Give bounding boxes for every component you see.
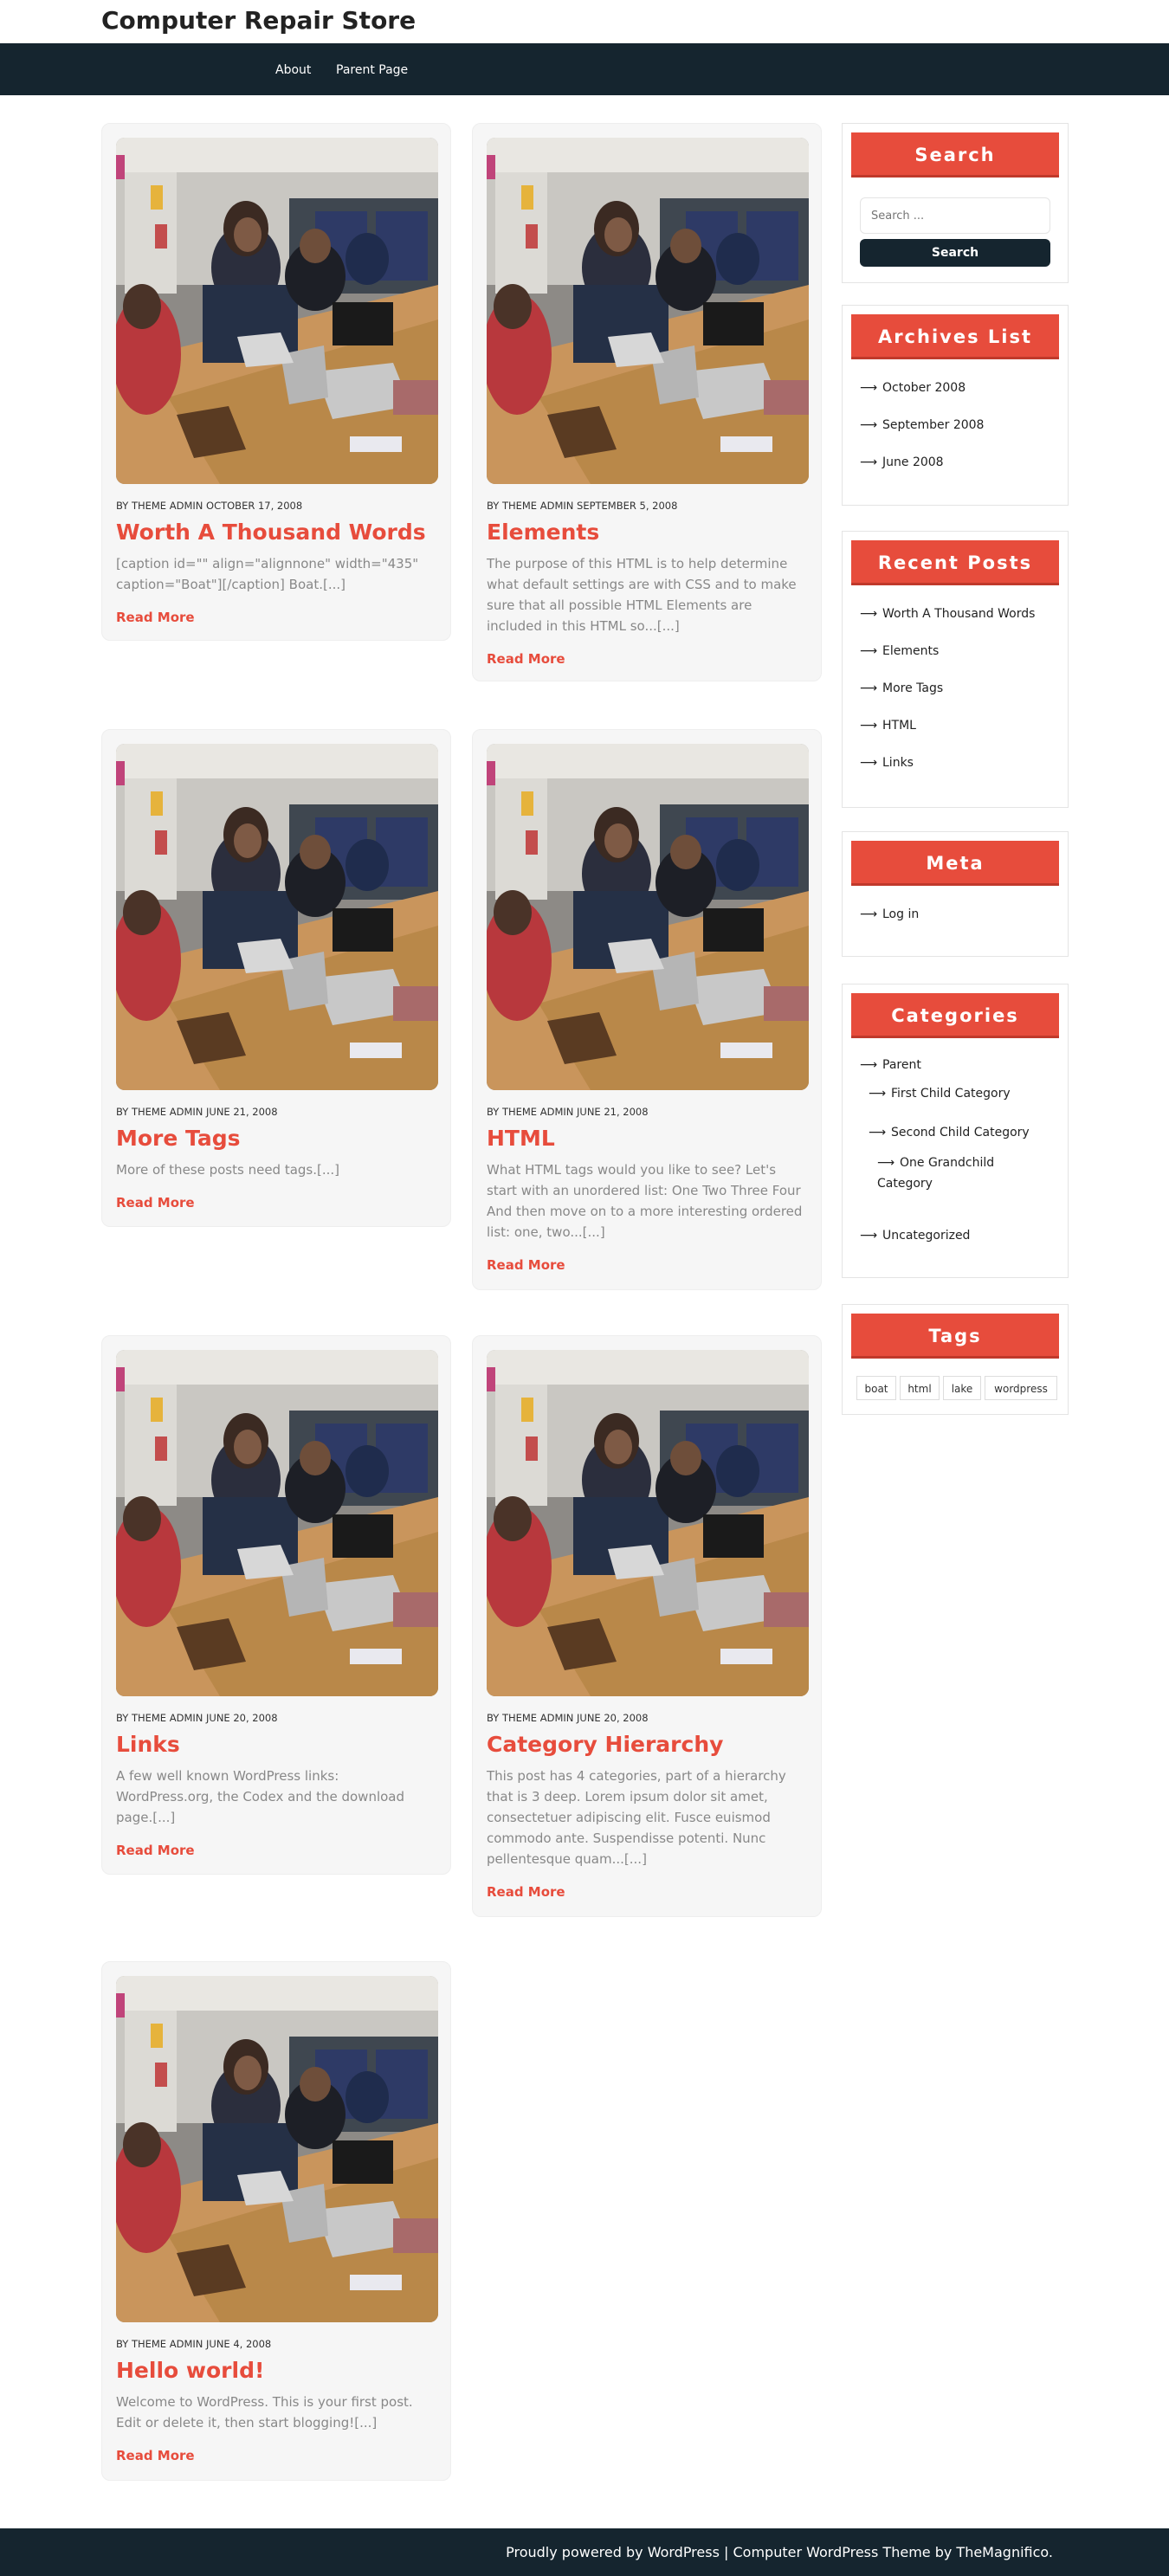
post-title[interactable]: Links	[116, 1731, 180, 1759]
recent-posts-widget: Recent Posts ⟶ Worth A Thousand Words ⟶ El…	[842, 531, 1069, 808]
post-card: BY THEME ADMIN JUNE 4, 2008 Hello world!…	[101, 1961, 451, 2481]
post-title[interactable]: Elements	[487, 519, 599, 546]
post-title[interactable]: Hello world!	[116, 2357, 264, 2385]
post-thumbnail[interactable]	[116, 138, 438, 484]
category-item[interactable]: ⟶ Second Child Category	[869, 1125, 1030, 1140]
category-item[interactable]: ⟶ First Child Category	[869, 1086, 1011, 1101]
post-title[interactable]: More Tags	[116, 1125, 241, 1152]
widget-title: Search	[851, 132, 1059, 178]
archive-item[interactable]: ⟶ September 2008	[860, 417, 984, 433]
post-excerpt: Welcome to WordPress. This is your first…	[116, 2394, 413, 2431]
arrow-right-icon: ⟶	[860, 681, 878, 695]
categories-widget: Categories ⟶ Parent ⟶ First Child Category…	[842, 984, 1069, 1278]
arrow-right-icon: ⟶	[860, 756, 878, 770]
widget-title: Recent Posts	[851, 540, 1059, 585]
tags-widget: Tags boat html lake wordpress	[842, 1304, 1069, 1415]
tag-link[interactable]: boat	[856, 1376, 896, 1400]
post-title[interactable]: Category Hierarchy	[487, 1731, 723, 1759]
category-item[interactable]: ⟶ Parent	[860, 1057, 921, 1073]
read-more-link[interactable]: Read More	[116, 1194, 195, 1211]
main-navbar: About Parent Page	[0, 43, 1169, 95]
post-thumbnail[interactable]	[487, 1350, 809, 1696]
post-meta: BY THEME ADMIN JUNE 4, 2008	[116, 2338, 272, 2350]
arrow-right-icon: ⟶	[860, 1229, 878, 1243]
read-more-link[interactable]: Read More	[487, 1256, 565, 1274]
widget-title: Tags	[851, 1314, 1059, 1359]
tag-link[interactable]: html	[900, 1376, 940, 1400]
post-thumbnail[interactable]	[487, 744, 809, 1090]
arrow-right-icon: ⟶	[877, 1156, 895, 1170]
read-more-link[interactable]: Read More	[116, 2447, 195, 2464]
post-meta: BY THEME ADMIN OCTOBER 17, 2008	[116, 500, 303, 512]
nav-parent-page-link[interactable]: Parent Page	[336, 62, 408, 78]
recent-post-item[interactable]: ⟶ Elements	[860, 643, 939, 659]
post-meta: BY THEME ADMIN JUNE 20, 2008	[487, 1712, 649, 1724]
post-title[interactable]: HTML	[487, 1125, 555, 1152]
post-thumbnail[interactable]	[116, 1976, 438, 2322]
post-title[interactable]: Worth A Thousand Words	[116, 519, 426, 546]
read-more-link[interactable]: Read More	[487, 1883, 565, 1901]
meta-widget: Meta ⟶ Log in	[842, 831, 1069, 957]
post-card: BY THEME ADMIN OCTOBER 17, 2008 Worth A …	[101, 123, 451, 641]
post-thumbnail[interactable]	[116, 744, 438, 1090]
post-excerpt: A few well known WordPress links: WordPr…	[116, 1768, 405, 1825]
footer-credit[interactable]: Proudly powered by WordPress | Computer …	[506, 2544, 1053, 2561]
post-card: BY THEME ADMIN JUNE 20, 2008 Category Hi…	[472, 1335, 822, 1917]
arrow-right-icon: ⟶	[860, 455, 878, 469]
search-widget: Search Search	[842, 123, 1069, 283]
arrow-right-icon: ⟶	[860, 644, 878, 658]
post-excerpt: What HTML tags would you like to see? Le…	[487, 1162, 803, 1240]
search-button[interactable]: Search	[860, 239, 1050, 267]
widget-title: Meta	[851, 841, 1059, 886]
arrow-right-icon: ⟶	[869, 1087, 887, 1101]
widget-title: Categories	[851, 993, 1059, 1038]
tag-link[interactable]: lake	[943, 1376, 981, 1400]
category-item[interactable]: ⟶ One Grandchild Category	[877, 1152, 998, 1194]
post-thumbnail[interactable]	[487, 138, 809, 484]
read-more-link[interactable]: Read More	[487, 650, 565, 668]
recent-post-item[interactable]: ⟶ Links	[860, 755, 914, 771]
post-excerpt: [caption id="" align="alignnone" width="…	[116, 556, 419, 592]
search-input[interactable]	[860, 197, 1050, 234]
archive-item[interactable]: ⟶ June 2008	[860, 455, 944, 470]
arrow-right-icon: ⟶	[860, 907, 878, 921]
meta-item[interactable]: ⟶ Log in	[860, 907, 919, 922]
arrow-right-icon: ⟶	[869, 1126, 887, 1140]
post-meta: BY THEME ADMIN JUNE 21, 2008	[487, 1106, 649, 1118]
recent-post-item[interactable]: ⟶ HTML	[860, 718, 916, 733]
recent-post-item[interactable]: ⟶ Worth A Thousand Words	[860, 606, 1035, 622]
arrow-right-icon: ⟶	[860, 607, 878, 621]
post-meta: BY THEME ADMIN SEPTEMBER 5, 2008	[487, 500, 678, 512]
post-thumbnail[interactable]	[116, 1350, 438, 1696]
post-excerpt: The purpose of this HTML is to help dete…	[487, 556, 797, 634]
archives-widget: Archives List ⟶ October 2008 ⟶ September 2…	[842, 305, 1069, 506]
post-card: BY THEME ADMIN SEPTEMBER 5, 2008 Element…	[472, 123, 822, 681]
site-footer: Proudly powered by WordPress | Computer …	[0, 2528, 1169, 2576]
post-excerpt: More of these posts need tags.[...]	[116, 1162, 340, 1178]
post-card: BY THEME ADMIN JUNE 20, 2008 Links A few…	[101, 1335, 451, 1875]
post-card: BY THEME ADMIN JUNE 21, 2008 HTML What H…	[472, 729, 822, 1290]
nav-about-link[interactable]: About	[275, 62, 311, 78]
arrow-right-icon: ⟶	[860, 418, 878, 432]
recent-post-item[interactable]: ⟶ More Tags	[860, 681, 943, 696]
arrow-right-icon: ⟶	[860, 381, 878, 395]
arrow-right-icon: ⟶	[860, 719, 878, 733]
widget-title: Archives List	[851, 314, 1059, 359]
post-meta: BY THEME ADMIN JUNE 20, 2008	[116, 1712, 278, 1724]
read-more-link[interactable]: Read More	[116, 1842, 195, 1859]
post-meta: BY THEME ADMIN JUNE 21, 2008	[116, 1106, 278, 1118]
arrow-right-icon: ⟶	[860, 1058, 878, 1072]
category-item[interactable]: ⟶ Uncategorized	[860, 1228, 970, 1243]
post-card: BY THEME ADMIN JUNE 21, 2008 More Tags M…	[101, 729, 451, 1227]
tag-link[interactable]: wordpress	[985, 1376, 1057, 1400]
site-title[interactable]: Computer Repair Store	[101, 5, 416, 36]
archive-item[interactable]: ⟶ October 2008	[860, 380, 966, 396]
post-excerpt: This post has 4 categories, part of a hi…	[487, 1768, 786, 1867]
read-more-link[interactable]: Read More	[116, 609, 195, 626]
